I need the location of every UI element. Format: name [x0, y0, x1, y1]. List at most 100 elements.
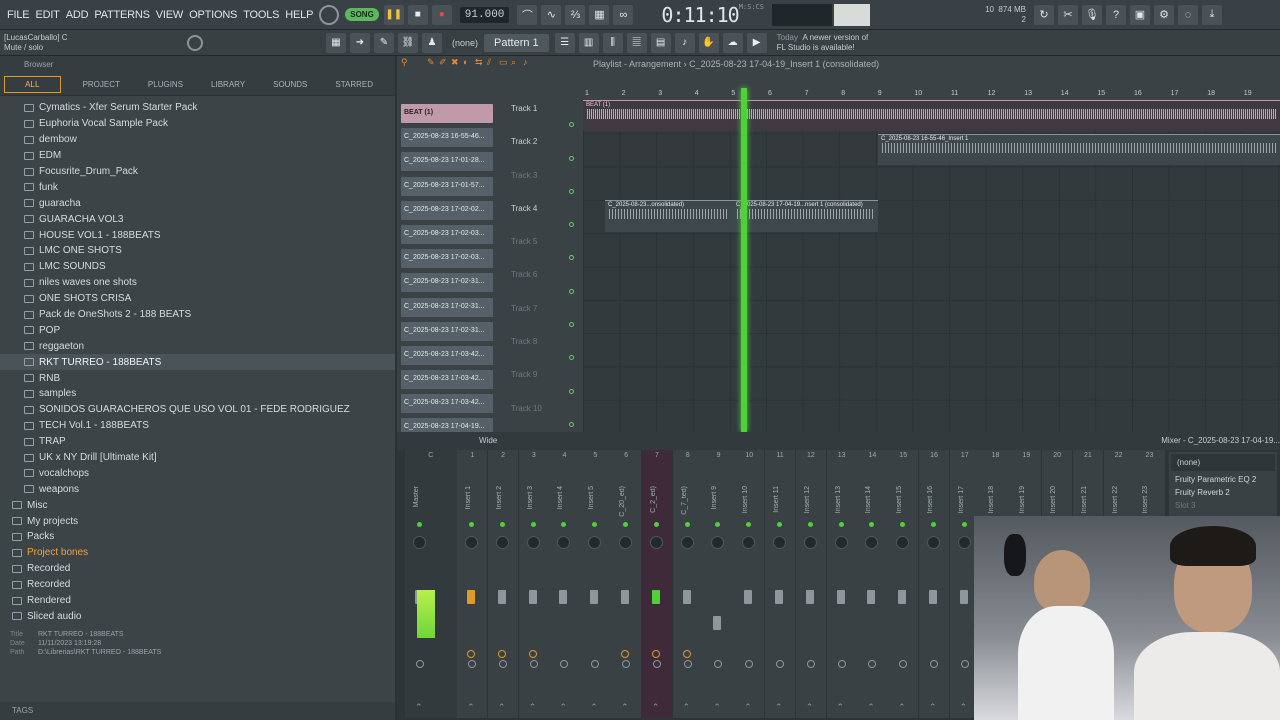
track-mute-led[interactable]: [569, 122, 574, 128]
piano-icon[interactable]: 𝄚: [626, 32, 647, 53]
browser-item[interactable]: TECH Vol.1 - 188BEATS: [0, 418, 395, 434]
mixer-view-select[interactable]: Wide: [479, 436, 497, 445]
song-time-display[interactable]: 0:11:10M:S:CS: [661, 3, 764, 27]
stereo-knob-icon[interactable]: [683, 660, 692, 668]
browser-item[interactable]: reggaeton: [0, 338, 395, 354]
track-header[interactable]: Track 7: [508, 300, 578, 333]
stereo-knob-icon[interactable]: [529, 660, 538, 668]
track-header[interactable]: Track 2: [508, 133, 578, 166]
beat-clip[interactable]: BEAT (1): [583, 100, 1280, 131]
route-arrow-icon[interactable]: ⌃: [529, 702, 537, 713]
playlist-icon[interactable]: ☰: [554, 32, 575, 53]
piano-roll-icon[interactable]: ▦: [326, 32, 346, 53]
song-mode-toggle[interactable]: SONG: [345, 8, 379, 21]
mixer-strip[interactable]: 12 Insert 12 ⌃: [795, 450, 826, 718]
pan-knob-icon[interactable]: [557, 536, 571, 549]
send-knob-icon[interactable]: [651, 650, 660, 658]
metronome-icon[interactable]: ⌒: [517, 4, 538, 25]
timeline-ruler[interactable]: 1 2 3 4 5 6 7 8 9 10 11 12 13 14 15 16 17 18 19: [583, 88, 1280, 100]
track-header[interactable]: Track 8: [508, 333, 578, 366]
send-knob-icon[interactable]: [497, 650, 506, 658]
clip-source-item[interactable]: C_2025-08-23 17-02-03...: [401, 249, 493, 269]
insert-route-select[interactable]: (none): [1171, 454, 1275, 471]
stereo-knob-icon[interactable]: [714, 660, 723, 668]
mute-tool-icon[interactable]: ◐: [463, 58, 472, 67]
volume-fader[interactable]: [651, 590, 660, 604]
select-tool-icon[interactable]: ▭: [499, 58, 508, 67]
volume-fader[interactable]: [621, 590, 630, 604]
route-arrow-icon[interactable]: ⌃: [960, 702, 968, 713]
video-icon[interactable]: ▶: [746, 32, 767, 53]
menu-view[interactable]: VIEW: [153, 9, 186, 21]
route-arrow-icon[interactable]: ⌃: [652, 702, 660, 713]
pan-knob-icon[interactable]: [865, 536, 879, 549]
route-arrow-icon[interactable]: ⌃: [744, 702, 752, 713]
mixer-strip[interactable]: 5 Insert 5 ⌃: [580, 450, 611, 718]
mixer-strip[interactable]: 16 Insert 16 ⌃: [918, 450, 950, 718]
pan-knob-icon[interactable]: [742, 536, 756, 549]
pan-knob-icon[interactable]: [588, 536, 602, 549]
browser-item[interactable]: HOUSE VOL1 - 188BEATS: [0, 227, 395, 243]
browser-item[interactable]: niles waves one shots: [0, 275, 395, 291]
pattern-selector[interactable]: Pattern 1: [484, 33, 549, 52]
pencil-icon[interactable]: ✎: [427, 58, 436, 67]
mixer-strip[interactable]: 1 Insert 1 ⌃: [457, 450, 488, 718]
mixer-strip[interactable]: 6 C_20_ed) ⌃: [611, 450, 642, 718]
stereo-knob-icon[interactable]: [837, 660, 846, 668]
clip-source-item[interactable]: C_2025-08-23 17-02-03...: [401, 224, 493, 244]
plugin-picker-icon[interactable]: ♪: [674, 32, 695, 53]
brush-tool-icon[interactable]: ✐: [439, 58, 448, 67]
browser-item[interactable]: Rendered: [0, 593, 395, 609]
track-header[interactable]: Track 6: [508, 266, 578, 299]
browser-item[interactable]: Pack de OneShots 2 - 188 BEATS: [0, 307, 395, 323]
stereo-knob-icon[interactable]: [745, 660, 754, 668]
clip-source-item[interactable]: C_2025-08-23 17-02-31...: [401, 297, 493, 317]
mixer-strip[interactable]: 13 Insert 13 ⌃: [826, 450, 857, 718]
strip-enable-led[interactable]: [653, 522, 659, 527]
track-mute-led[interactable]: [569, 255, 574, 261]
preset-select[interactable]: (none): [452, 38, 478, 48]
strip-enable-led[interactable]: [746, 522, 752, 527]
brush-icon[interactable]: ✎: [374, 32, 394, 53]
volume-fader[interactable]: [774, 590, 783, 604]
stereo-knob-icon[interactable]: [806, 660, 815, 668]
volume-fader[interactable]: [559, 590, 568, 604]
stereo-knob-icon[interactable]: [622, 660, 631, 668]
consolidated-clip-b[interactable]: C_2025-08-23 17-04-19...nsert 1 (consoli…: [733, 200, 878, 232]
browser-item[interactable]: funk: [0, 179, 395, 195]
step-edit-icon[interactable]: ▦: [589, 4, 610, 25]
pan-knob-icon[interactable]: [495, 536, 509, 549]
route-arrow-icon[interactable]: ⌃: [559, 702, 567, 713]
news-panel[interactable]: Today A newer version of FL Studio is av…: [777, 33, 869, 53]
browser-item[interactable]: TRAP: [0, 434, 395, 450]
arrangement-grid[interactable]: BEAT (1) C_2025-08-23 16-55-46_Insert 1 …: [583, 100, 1280, 432]
loop-record-icon[interactable]: ∞: [613, 4, 634, 25]
route-arrow-icon[interactable]: ⌃: [713, 702, 721, 713]
browser-item[interactable]: Misc: [0, 497, 395, 513]
menu-options[interactable]: OPTIONS: [186, 9, 240, 21]
track-header[interactable]: Track 9: [508, 366, 578, 399]
download-icon[interactable]: ⤓: [1202, 4, 1222, 25]
tab-plugins[interactable]: PLUGINS: [142, 77, 189, 92]
browser-item[interactable]: Recorded: [0, 561, 395, 577]
route-arrow-icon[interactable]: ⌃: [898, 702, 906, 713]
pan-knob-icon[interactable]: [957, 536, 971, 549]
clip-source-item[interactable]: C_2025-08-23 17-01-28...: [401, 152, 493, 172]
track-mute-led[interactable]: [569, 388, 574, 394]
touch-controller-icon[interactable]: ✋: [698, 32, 719, 53]
browser-item[interactable]: RNB: [0, 370, 395, 386]
browser-item[interactable]: vocalchops: [0, 465, 395, 481]
stereo-knob-icon[interactable]: [591, 660, 600, 668]
pause-button[interactable]: ❚❚: [383, 4, 404, 25]
browser-item[interactable]: LMC SOUNDS: [0, 259, 395, 275]
browser-item[interactable]: My projects: [0, 513, 395, 529]
strip-enable-led[interactable]: [715, 522, 721, 527]
clip-source-item[interactable]: C_2025-08-23 17-03-42...: [401, 394, 493, 414]
route-arrow-icon[interactable]: ⌃: [775, 702, 783, 713]
track-mute-led[interactable]: [569, 188, 574, 194]
pan-knob-icon[interactable]: [772, 536, 786, 549]
playhead-marker[interactable]: [741, 88, 747, 432]
slip-tool-icon[interactable]: ⇆: [475, 58, 484, 67]
mixer-strip[interactable]: 10 Insert 10 ⌃: [734, 450, 765, 718]
browser-item[interactable]: Cymatics - Xfer Serum Starter Pack: [0, 100, 395, 116]
